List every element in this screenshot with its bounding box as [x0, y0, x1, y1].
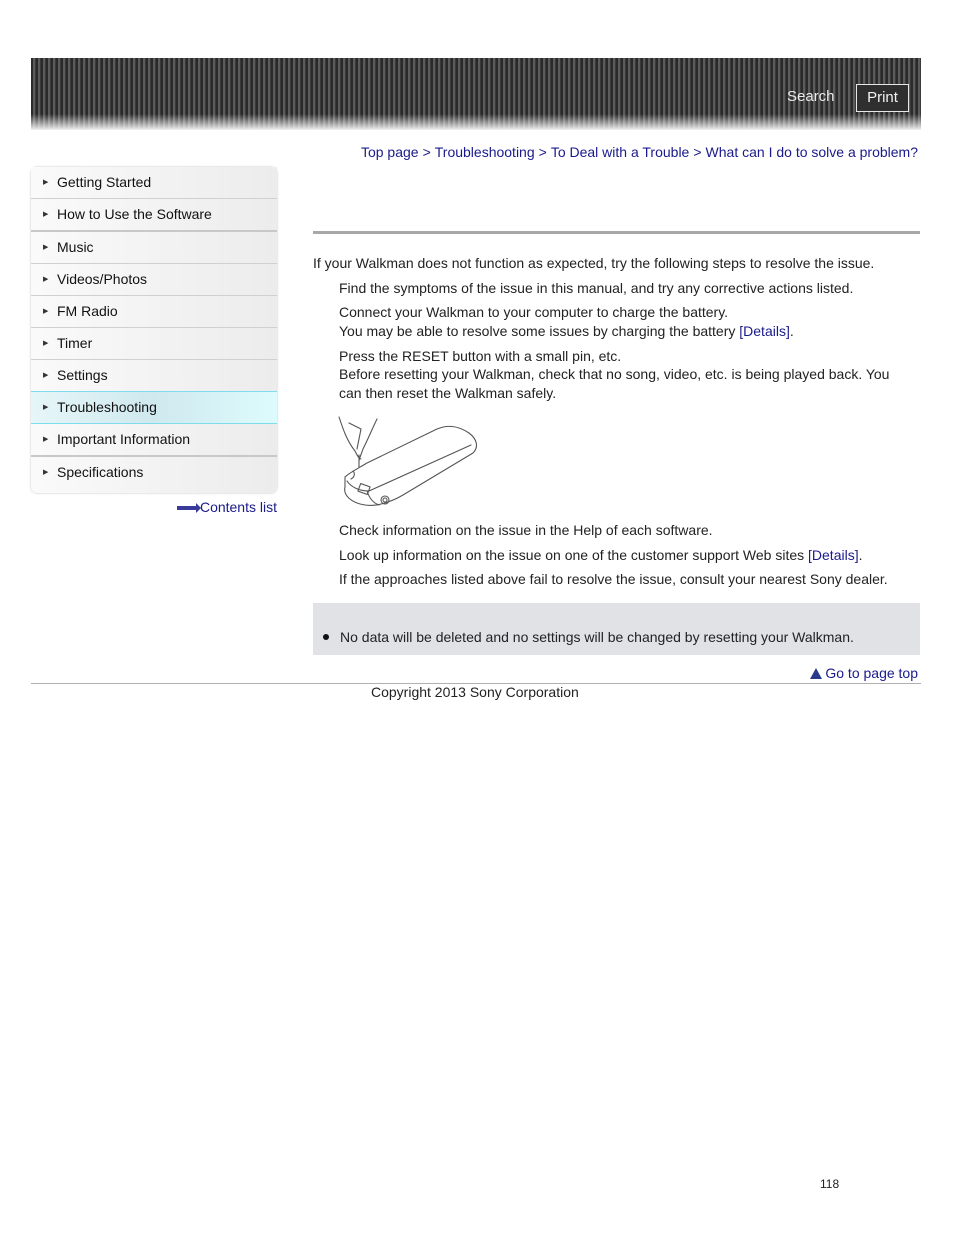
triangle-right-icon: ▶ — [43, 436, 49, 443]
sidebar-item-important-information[interactable]: ▶ Important Information — [31, 424, 277, 457]
breadcrumb-separator: > — [422, 144, 431, 160]
step-charge-battery: Connect your Walkman to your computer to… — [339, 304, 729, 320]
search-link[interactable]: Search — [787, 88, 835, 105]
triangle-right-icon: ▶ — [43, 276, 49, 283]
triangle-right-icon: ▶ — [43, 372, 49, 379]
step-customer-support-text: Look up information on the issue on one … — [339, 547, 809, 563]
sidebar-item-troubleshooting[interactable]: ▶ Troubleshooting — [31, 391, 277, 424]
intro-text: If your Walkman does not function as exp… — [313, 255, 875, 271]
sidebar-item-settings[interactable]: ▶ Settings — [31, 360, 277, 392]
page-number: 118 — [820, 1177, 840, 1191]
triangle-right-icon: ▶ — [43, 179, 49, 186]
triangle-right-icon: ▶ — [43, 404, 49, 411]
sidebar-item-timer[interactable]: ▶ Timer — [31, 328, 277, 360]
sidebar-item-label: Getting Started — [57, 174, 152, 190]
breadcrumb-troubleshooting[interactable]: Troubleshooting — [435, 144, 535, 160]
sidebar-item-label: FM Radio — [57, 303, 118, 319]
breadcrumb: Top page > Troubleshooting > To Deal with a … — [361, 144, 918, 160]
go-to-page-top-label: Go to page top — [825, 665, 918, 681]
step-find-symptoms: Find the symptoms of the issue in this m… — [339, 280, 854, 296]
step-charge-battery-detail: You may be able to resolve some issues b… — [339, 323, 794, 339]
go-to-page-top-link[interactable]: Go to page top — [810, 665, 918, 681]
sidebar-item-label: Videos/Photos — [57, 271, 148, 287]
contents-list-link[interactable]: Contents list — [176, 499, 277, 515]
step-consult-dealer: If the approaches listed above fail to r… — [339, 571, 888, 587]
contents-list-label: Contents list — [199, 499, 277, 515]
breadcrumb-current-page[interactable]: What can I do to solve a problem? — [706, 144, 918, 160]
step-check-help: Check information on the issue in the He… — [339, 522, 713, 538]
step-reset-detail-2: can then reset the Walkman safely. — [339, 385, 557, 401]
triangle-right-icon: ▶ — [43, 340, 49, 347]
sidebar-item-how-to-use-the-software[interactable]: ▶ How to Use the Software — [31, 199, 277, 232]
arrow-right-icon — [176, 503, 201, 514]
details-link-support[interactable]: [Details] — [808, 547, 859, 563]
sidebar-item-label: Important Information — [57, 431, 191, 447]
sidebar-item-label: Timer — [57, 335, 93, 351]
sidebar-item-videos-photos[interactable]: ▶ Videos/Photos — [31, 264, 277, 296]
triangle-right-icon: ▶ — [43, 469, 49, 476]
print-button[interactable]: Print — [856, 84, 909, 112]
sidebar-item-label: Music — [57, 239, 94, 255]
sidebar-nav: ▶ Getting Started ▶ How to Use the Softwar… — [31, 167, 277, 493]
step-reset-detail-1: Before resetting your Walkman, check tha… — [339, 366, 890, 382]
sidebar-item-fm-radio[interactable]: ▶ FM Radio — [31, 296, 277, 328]
step-charge-battery-detail-text: You may be able to resolve some issues b… — [339, 323, 740, 339]
header-banner: Search Print — [31, 58, 921, 130]
sidebar-item-music[interactable]: ▶ Music — [31, 232, 277, 264]
step-reset: Press the RESET button with a small pin,… — [339, 348, 622, 364]
bullet-icon — [323, 634, 329, 640]
sidebar-item-getting-started[interactable]: ▶ Getting Started — [31, 167, 277, 199]
note-text: No data will be deleted and no settings … — [340, 629, 854, 645]
triangle-right-icon: ▶ — [43, 211, 49, 218]
sidebar-item-label: Settings — [57, 367, 108, 383]
triangle-right-icon: ▶ — [43, 308, 49, 315]
triangle-up-icon — [810, 668, 823, 679]
sidebar-item-label: Troubleshooting — [57, 399, 157, 415]
step-customer-support: Look up information on the issue on one … — [339, 547, 863, 563]
note-box: No data will be deleted and no settings … — [313, 603, 920, 655]
title-divider — [313, 231, 920, 234]
breadcrumb-to-deal-with-a-trouble[interactable]: To Deal with a Trouble — [551, 144, 690, 160]
copyright-text: Copyright 2013 Sony Corporation — [371, 684, 579, 700]
sidebar-item-label: Specifications — [57, 464, 144, 480]
breadcrumb-separator: > — [693, 144, 702, 160]
details-link-battery[interactable]: [Details] — [739, 323, 790, 339]
breadcrumb-top-page[interactable]: Top page — [361, 144, 419, 160]
sidebar-item-label: How to Use the Software — [57, 206, 212, 222]
triangle-right-icon: ▶ — [43, 244, 49, 251]
reset-illustration — [338, 416, 478, 506]
sidebar-item-specifications[interactable]: ▶ Specifications — [31, 457, 277, 493]
breadcrumb-separator: > — [538, 144, 547, 160]
